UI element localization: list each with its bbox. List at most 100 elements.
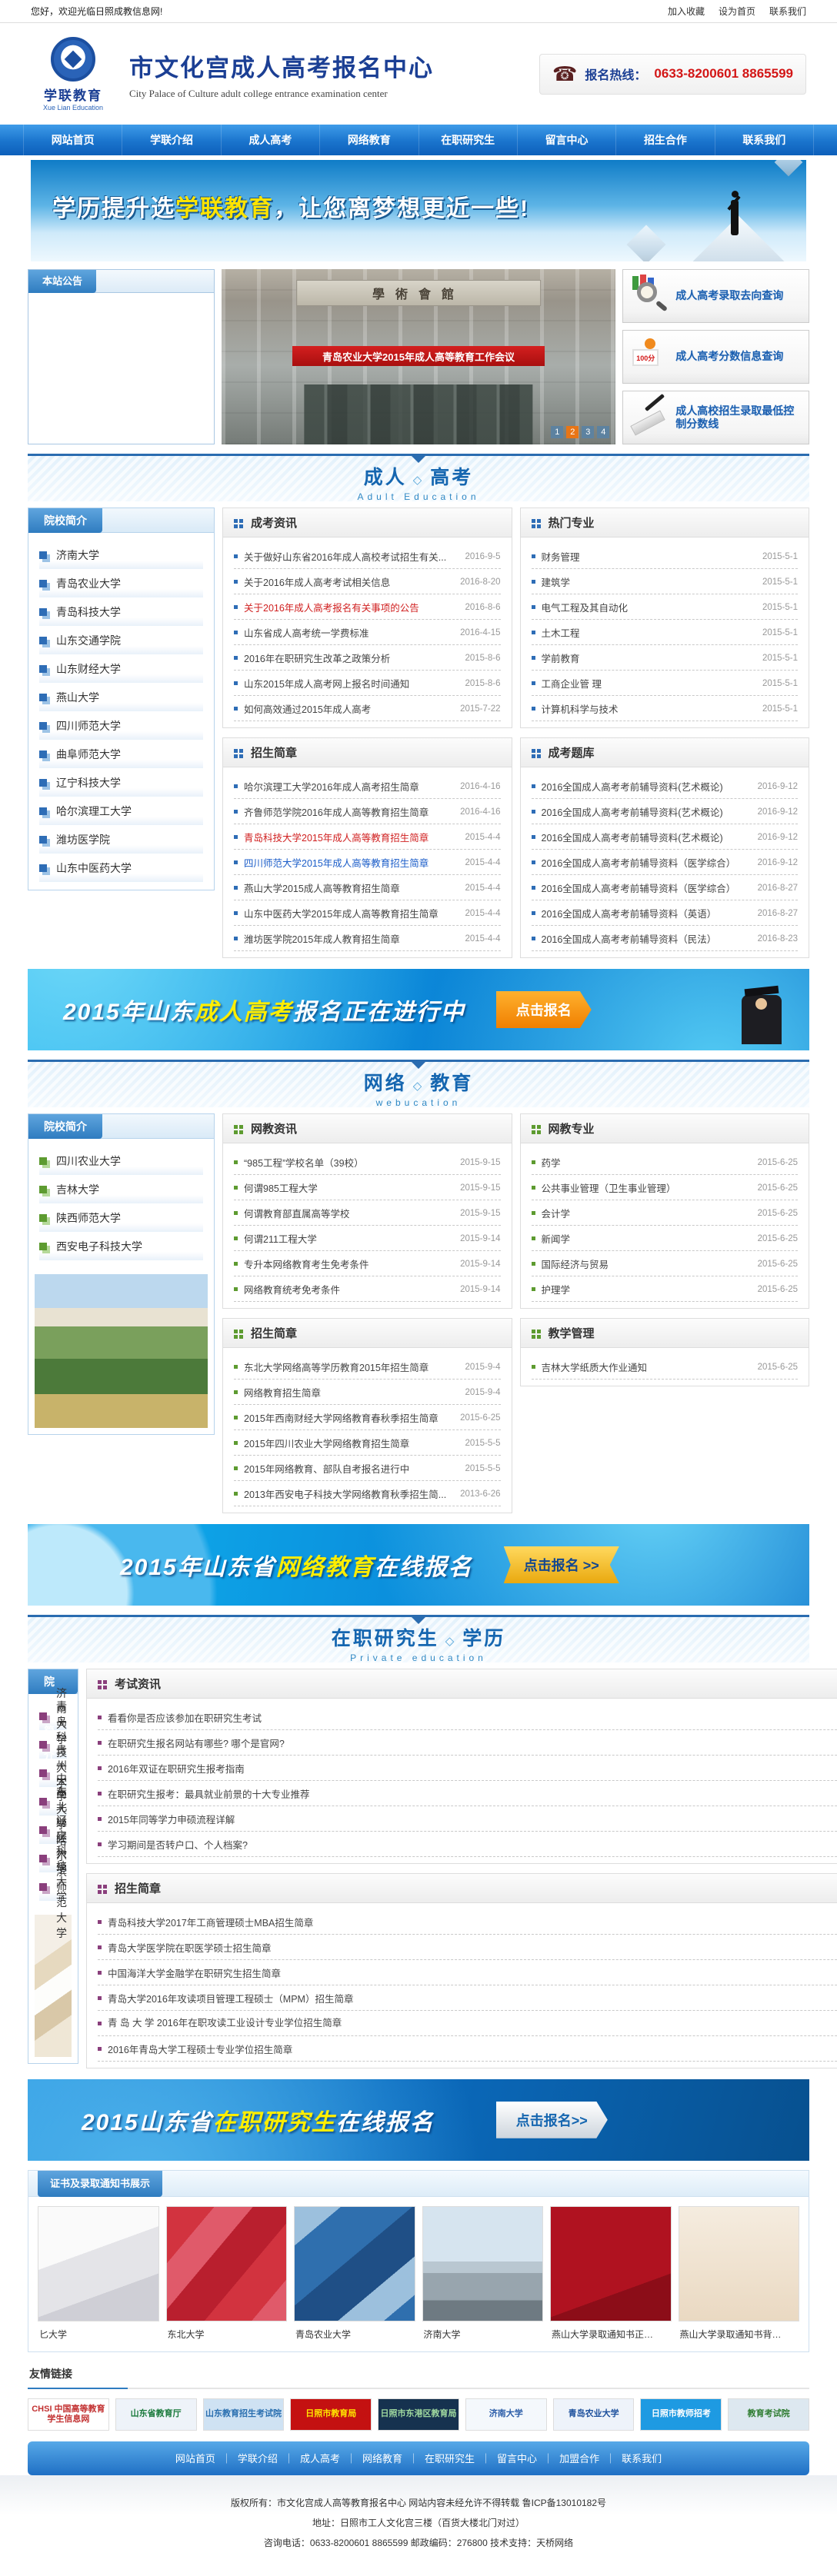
score-query-button[interactable]: 100分 成人高考分数信息查询 xyxy=(622,330,809,384)
footer-nav-联系我们[interactable]: 联系我们 xyxy=(599,2451,662,2465)
gallery-item[interactable]: 济南大学 xyxy=(422,2206,544,2342)
sidebar-item-山东交通学院[interactable]: 山东交通学院 xyxy=(39,626,203,654)
sidebar-item-山东中医药大学[interactable]: 山东中医药大学 xyxy=(39,854,203,882)
article-link[interactable]: 2015年网络教育、部队自考报名进行中 xyxy=(244,1461,459,1476)
article-link[interactable]: 2016全国成人高考考前辅导资料（民法） xyxy=(542,931,752,946)
article-link[interactable]: 山东2015年成人高考网上报名时间通知 xyxy=(244,676,459,691)
sidebar-item-吉林大学[interactable]: 吉林大学 xyxy=(39,1175,203,1203)
topbar-link-加入收藏[interactable]: 加入收藏 xyxy=(668,6,705,17)
footer-nav-学联介绍[interactable]: 学联介绍 xyxy=(215,2451,278,2465)
article-link[interactable]: 在职研究生报考：最具就业前景的十大专业推荐 xyxy=(108,1786,837,1801)
article-link[interactable]: 东北大学网络高等学历教育2015年招生简章 xyxy=(244,1360,459,1374)
article-link[interactable]: 在职研究生报名网站有哪些? 哪个是官网? xyxy=(108,1736,837,1750)
article-link[interactable]: 2013年西安电子科技大学网络教育秋季招生简... xyxy=(244,1486,454,1501)
article-link[interactable]: 2016年双证在职研究生报考指南 xyxy=(108,1761,837,1776)
article-link[interactable]: 公共事业管理（卫生事业管理） xyxy=(542,1180,752,1195)
friend-link-青岛农业大学[interactable]: 青岛农业大学 xyxy=(553,2398,635,2431)
nav-item-网络教育[interactable]: 网络教育 xyxy=(320,125,418,155)
article-link[interactable]: 网络教育招生简章 xyxy=(244,1385,459,1399)
article-link[interactable]: 电气工程及其自动化 xyxy=(542,600,756,614)
article-link[interactable]: 工商企业管 理 xyxy=(542,676,756,691)
nav-item-留言中心[interactable]: 留言中心 xyxy=(518,125,616,155)
article-link[interactable]: 吉林大学纸质大作业通知 xyxy=(542,1360,752,1374)
article-link[interactable]: 2015年同等学力申硕流程详解 xyxy=(108,1812,837,1826)
article-link[interactable]: 国际经济与贸易 xyxy=(542,1256,752,1271)
article-link[interactable]: 新闻学 xyxy=(542,1231,752,1246)
gallery-item[interactable]: 燕山大学录取通知书背… xyxy=(679,2206,800,2342)
article-link[interactable]: 2016全国成人高考考前辅导资料（医学综合） xyxy=(542,880,752,895)
article-link[interactable]: 燕山大学2015成人高等教育招生简章 xyxy=(244,880,459,895)
nav-item-在职研究生[interactable]: 在职研究生 xyxy=(419,125,518,155)
article-link[interactable]: 关于2016年成人高考考试相关信息 xyxy=(244,574,454,589)
article-link[interactable]: 2016全国成人高考考前辅导资料(艺术概论) xyxy=(542,804,752,819)
friend-link-日照市教师招考[interactable]: 日照市教师招考 xyxy=(640,2398,722,2431)
article-link[interactable]: 何谓教育部直属高等学校 xyxy=(244,1206,454,1220)
article-link[interactable]: 山东中医药大学2015年成人高等教育招生简章 xyxy=(244,906,459,920)
article-link[interactable]: 2016全国成人高考考前辅导资料(艺术概论) xyxy=(542,830,752,844)
article-link[interactable]: 学前教育 xyxy=(542,651,756,665)
sidebar-item-西安电子科技大学[interactable]: 西安电子科技大学 xyxy=(39,1232,203,1260)
article-link[interactable]: 哈尔滨理工大学2016年成人高考招生简章 xyxy=(244,779,454,794)
nav-item-学联介绍[interactable]: 学联介绍 xyxy=(122,125,221,155)
article-link[interactable]: 专升本网络教育考生免考条件 xyxy=(244,1256,454,1271)
article-link[interactable]: 会计学 xyxy=(542,1206,752,1220)
friend-link-日照市东港区教育局[interactable]: 日照市东港区教育局 xyxy=(378,2398,459,2431)
article-link[interactable]: 2016全国成人高考考前辅导资料（英语） xyxy=(542,906,752,920)
footer-nav-在职研究生[interactable]: 在职研究生 xyxy=(402,2451,475,2465)
article-link[interactable]: 何谓985工程大学 xyxy=(244,1180,454,1195)
article-link[interactable]: 2015年西南财经大学网络教育春秋季招生简章 xyxy=(244,1410,454,1425)
sidebar-tab[interactable]: 院校简介 xyxy=(28,1669,78,1694)
article-link[interactable]: 潍坊医学院2015年成人教育招生简章 xyxy=(244,931,459,946)
article-link[interactable]: 关于做好山东省2016年成人高校考试招生有关... xyxy=(244,549,459,564)
topbar-link-联系我们[interactable]: 联系我们 xyxy=(769,6,806,17)
signup-button[interactable]: 点击报名>> xyxy=(496,2102,608,2138)
sidebar-item-哈尔滨师范大学[interactable]: 哈尔滨师范大学 xyxy=(39,1872,67,1901)
gallery-item[interactable]: 匕大学 xyxy=(38,2206,159,2342)
article-link[interactable]: 护理学 xyxy=(542,1282,752,1296)
gallery-tab[interactable]: 证书及录取通知书展示 xyxy=(38,2171,162,2197)
article-link[interactable]: 2016年青岛大学工程硕士专业学位招生简章 xyxy=(108,2042,837,2056)
article-link[interactable]: 齐鲁师范学院2016年成人高等教育招生简章 xyxy=(244,804,454,819)
signup-button[interactable]: 点击报名 >> xyxy=(504,1546,619,1583)
article-link[interactable]: 关于2016年成人高考报名有关事项的公告 xyxy=(244,600,459,614)
sidebar-tab[interactable]: 院校简介 xyxy=(28,1114,102,1139)
article-link[interactable]: “985工程”学校名单（39校） xyxy=(244,1155,454,1170)
gallery-item[interactable]: 青岛农业大学 xyxy=(294,2206,415,2342)
pager-dot-1[interactable]: 1 xyxy=(551,426,563,438)
footer-nav-留言中心[interactable]: 留言中心 xyxy=(475,2451,537,2465)
sidebar-item-曲阜师范大学[interactable]: 曲阜师范大学 xyxy=(39,740,203,768)
sidebar-item-燕山大学[interactable]: 燕山大学 xyxy=(39,683,203,711)
gallery-item[interactable]: 燕山大学录取通知书正… xyxy=(550,2206,672,2342)
main-banner[interactable]: 学历提升选学联教育，让您离梦想更近一些! xyxy=(31,160,806,261)
article-link[interactable]: 青岛大学医学院在职医学硕士招生简章 xyxy=(108,1940,837,1955)
article-link[interactable]: 青岛大学2016年攻读项目管理工程硕士（MPM）招生简章 xyxy=(108,1991,837,2005)
footer-nav-成人高考[interactable]: 成人高考 xyxy=(278,2451,340,2465)
slideshow[interactable]: 學術會館 青岛农业大学2015年成人高等教育工作会议 1234 xyxy=(222,269,615,444)
notice-tab[interactable]: 本站公告 xyxy=(28,270,96,293)
admission-destination-query-button[interactable]: 成人高考录取去向查询 xyxy=(622,269,809,323)
article-link[interactable]: 四川师范大学2015年成人高等教育招生简章 xyxy=(244,855,459,870)
gallery-item[interactable]: 东北大学 xyxy=(166,2206,288,2342)
signup-button[interactable]: 点击报名 xyxy=(496,991,592,1028)
sidebar-tab[interactable]: 院校简介 xyxy=(28,508,102,533)
sidebar-item-山东财经大学[interactable]: 山东财经大学 xyxy=(39,654,203,683)
footer-nav-网络教育[interactable]: 网络教育 xyxy=(340,2451,402,2465)
sidebar-item-济南大学[interactable]: 济南大学 xyxy=(39,541,203,569)
friend-link-教育考试院[interactable]: 教育考试院 xyxy=(728,2398,809,2431)
minimum-score-line-button[interactable]: 成人高校招生录取最低控制分数线 xyxy=(622,391,809,444)
article-link[interactable]: 青 岛 大 学 2016年在职攻读工业设计专业学位招生简章 xyxy=(108,2016,837,2031)
pager-dot-2[interactable]: 2 xyxy=(566,426,579,438)
footer-nav-网站首页[interactable]: 网站首页 xyxy=(175,2451,215,2465)
sidebar-item-四川农业大学[interactable]: 四川农业大学 xyxy=(39,1147,203,1175)
article-link[interactable]: 计算机科学与技术 xyxy=(542,701,756,716)
topbar-link-设为首页[interactable]: 设为首页 xyxy=(719,6,755,17)
nav-item-成人高考[interactable]: 成人高考 xyxy=(222,125,320,155)
sidebar-item-陕西师范大学[interactable]: 陕西师范大学 xyxy=(39,1203,203,1232)
article-link[interactable]: 青岛科技大学2017年工商管理硕士MBA招生简章 xyxy=(108,1915,837,1929)
article-link[interactable]: 学习期间是否转户口、个人档案? xyxy=(108,1837,837,1852)
article-link[interactable]: 2015年四川农业大学网络教育招生简章 xyxy=(244,1436,459,1450)
article-link[interactable]: 财务管理 xyxy=(542,549,756,564)
sidebar-item-辽宁科技大学[interactable]: 辽宁科技大学 xyxy=(39,768,203,797)
sidebar-item-潍坊医学院[interactable]: 潍坊医学院 xyxy=(39,825,203,854)
sidebar-item-青岛科技大学[interactable]: 青岛科技大学 xyxy=(39,597,203,626)
